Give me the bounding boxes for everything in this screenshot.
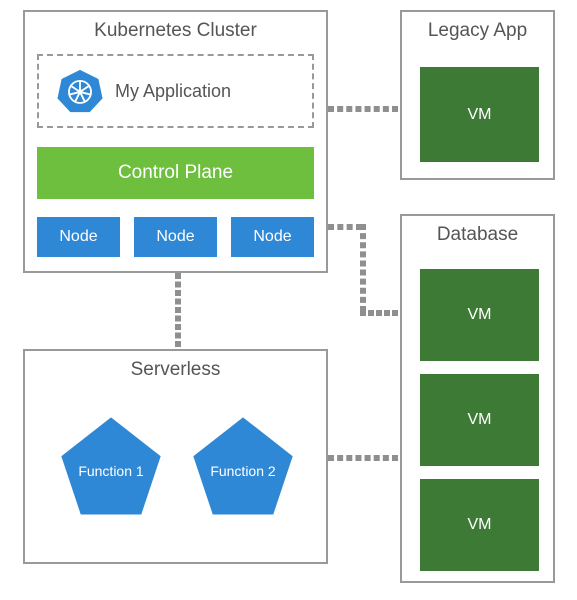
kubernetes-cluster-box: Kubernetes Cluster My Application C (23, 10, 328, 273)
node-box: Node (134, 217, 217, 257)
connector-serverless-database (328, 455, 398, 461)
node-label: Node (253, 228, 291, 246)
vm-box: VM (420, 67, 539, 162)
vm-box: VM (420, 479, 539, 571)
function-label: Function 1 (78, 463, 143, 479)
control-plane-box: Control Plane (37, 147, 314, 199)
node-label: Node (156, 228, 194, 246)
database-title: Database (402, 216, 553, 256)
vm-box: VM (420, 269, 539, 361)
function-pentagon: Function 2 (189, 413, 297, 521)
vm-label: VM (468, 516, 492, 534)
node-box: Node (37, 217, 120, 257)
legacy-app-box: Legacy App VM (400, 10, 555, 180)
vm-box: VM (420, 374, 539, 466)
my-application-box: My Application (37, 54, 314, 128)
vm-label: VM (468, 106, 492, 124)
kubernetes-cluster-title: Kubernetes Cluster (25, 12, 326, 52)
serverless-title: Serverless (25, 351, 326, 391)
function-label: Function 2 (210, 463, 275, 479)
connector-cluster-database-seg1 (328, 224, 362, 230)
control-plane-label: Control Plane (118, 162, 233, 184)
connector-cluster-database-seg2 (360, 224, 366, 312)
kubernetes-wheel-icon (57, 68, 103, 114)
node-label: Node (59, 228, 97, 246)
connector-cluster-serverless (175, 273, 181, 347)
legacy-app-title: Legacy App (402, 12, 553, 52)
vm-label: VM (468, 411, 492, 429)
my-application-label: My Application (115, 81, 231, 102)
connector-cluster-legacy (328, 106, 398, 112)
nodes-row: Node Node Node (37, 217, 314, 257)
vm-label: VM (468, 306, 492, 324)
database-box: Database VM VM VM (400, 214, 555, 583)
node-box: Node (231, 217, 314, 257)
connector-cluster-database-seg3 (360, 310, 398, 316)
serverless-box: Serverless Function 1 Function 2 (23, 349, 328, 564)
function-pentagon: Function 1 (57, 413, 165, 521)
